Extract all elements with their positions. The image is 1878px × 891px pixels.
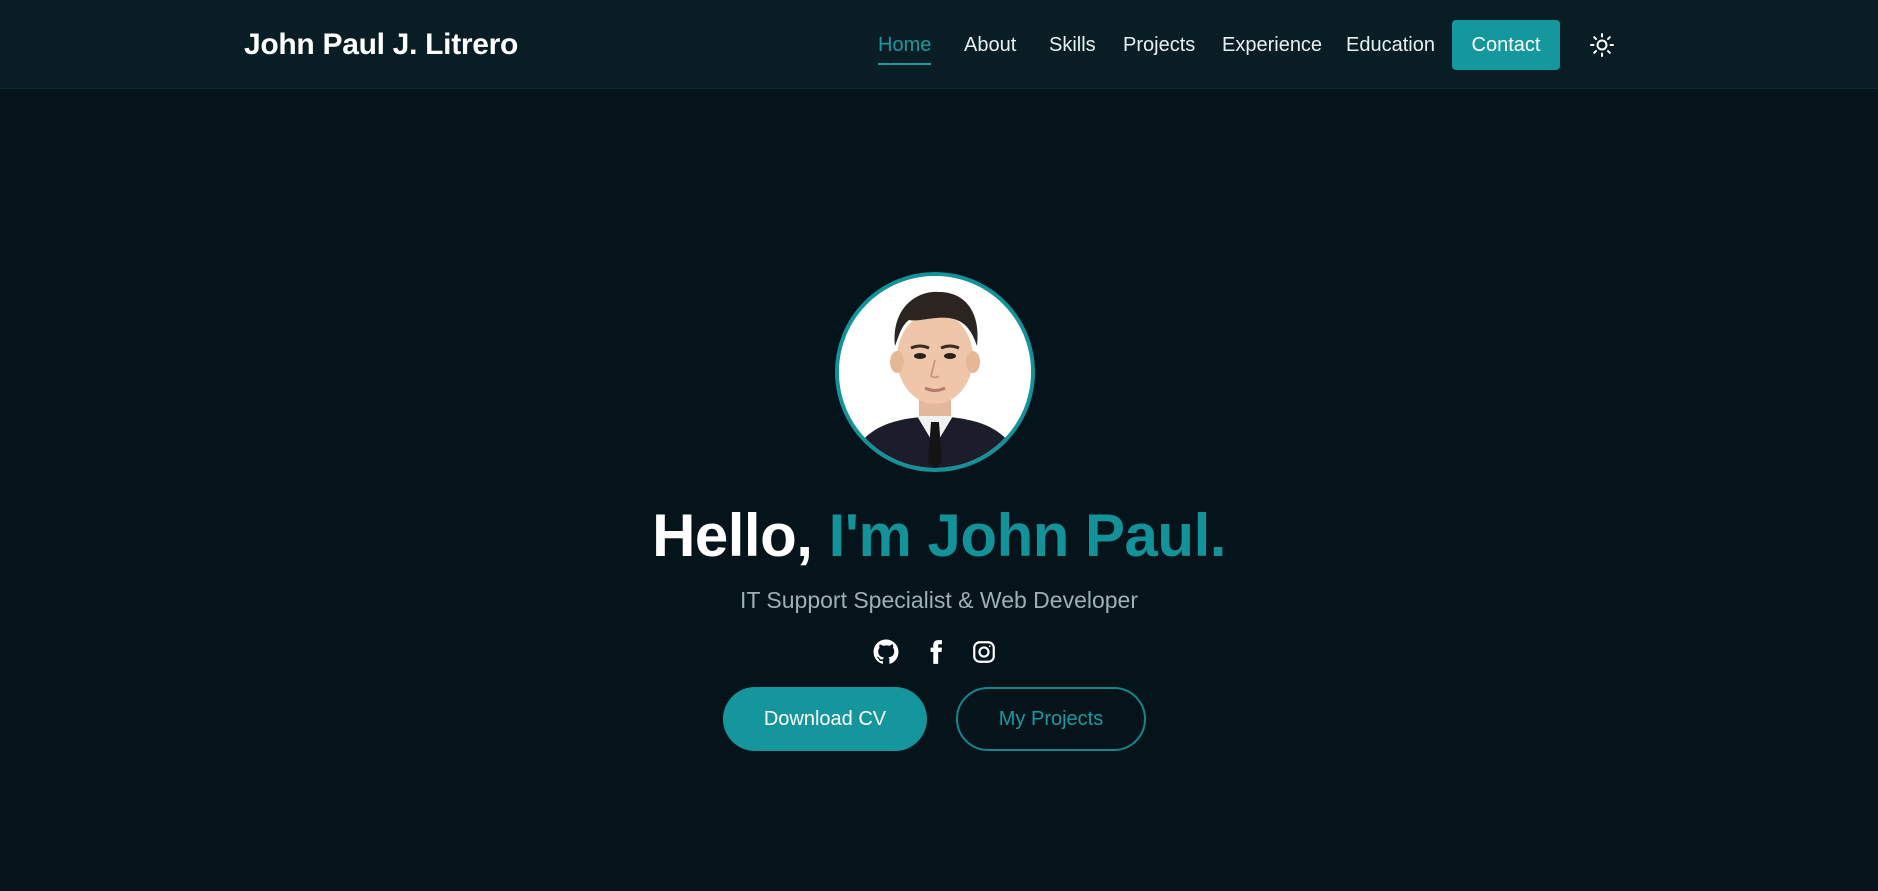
nav-education-label: Education: [1346, 34, 1435, 56]
download-cv-label: Download CV: [763, 707, 887, 730]
contact-button-label: Contact: [1471, 33, 1541, 56]
nav-about[interactable]: About: [964, 34, 1016, 57]
theme-toggle-button[interactable]: [1589, 32, 1615, 58]
nav-education[interactable]: Education: [1346, 34, 1435, 57]
nav-experience[interactable]: Experience: [1222, 34, 1322, 57]
github-link[interactable]: [872, 638, 900, 666]
portrait-illustration: [839, 276, 1031, 468]
nav-skills[interactable]: Skills: [1049, 34, 1096, 57]
my-projects-label: My Projects: [998, 707, 1104, 730]
profile-photo: [835, 272, 1035, 472]
github-icon: [873, 639, 899, 664]
download-cv-button[interactable]: Download CV: [723, 687, 927, 751]
contact-button[interactable]: Contact: [1452, 20, 1560, 70]
instagram-link[interactable]: [970, 638, 998, 666]
nav-home-label: Home: [878, 34, 932, 56]
active-indicator: [878, 63, 932, 65]
facebook-icon: [930, 640, 942, 664]
facebook-link[interactable]: [922, 638, 950, 666]
hero-heading: Hello, I'm John Paul.: [0, 500, 1878, 572]
navbar: John Paul J. Litrero Home About Skills P…: [0, 0, 1878, 89]
nav-about-label: About: [964, 34, 1017, 56]
hero-name: I'm John Paul.: [828, 502, 1227, 569]
hero-greeting: Hello,: [652, 502, 829, 569]
sun-icon: [1590, 33, 1614, 57]
hero-subtitle: IT Support Specialist & Web Developer: [739, 587, 1139, 613]
my-projects-button[interactable]: My Projects: [956, 687, 1146, 751]
nav-home[interactable]: Home: [878, 34, 932, 65]
nav-projects[interactable]: Projects: [1123, 34, 1195, 57]
instagram-icon: [973, 641, 995, 663]
nav-experience-label: Experience: [1222, 34, 1323, 56]
brand-logo[interactable]: John Paul J. Litrero: [244, 28, 518, 62]
nav-skills-label: Skills: [1049, 34, 1096, 56]
nav-projects-label: Projects: [1123, 34, 1196, 56]
